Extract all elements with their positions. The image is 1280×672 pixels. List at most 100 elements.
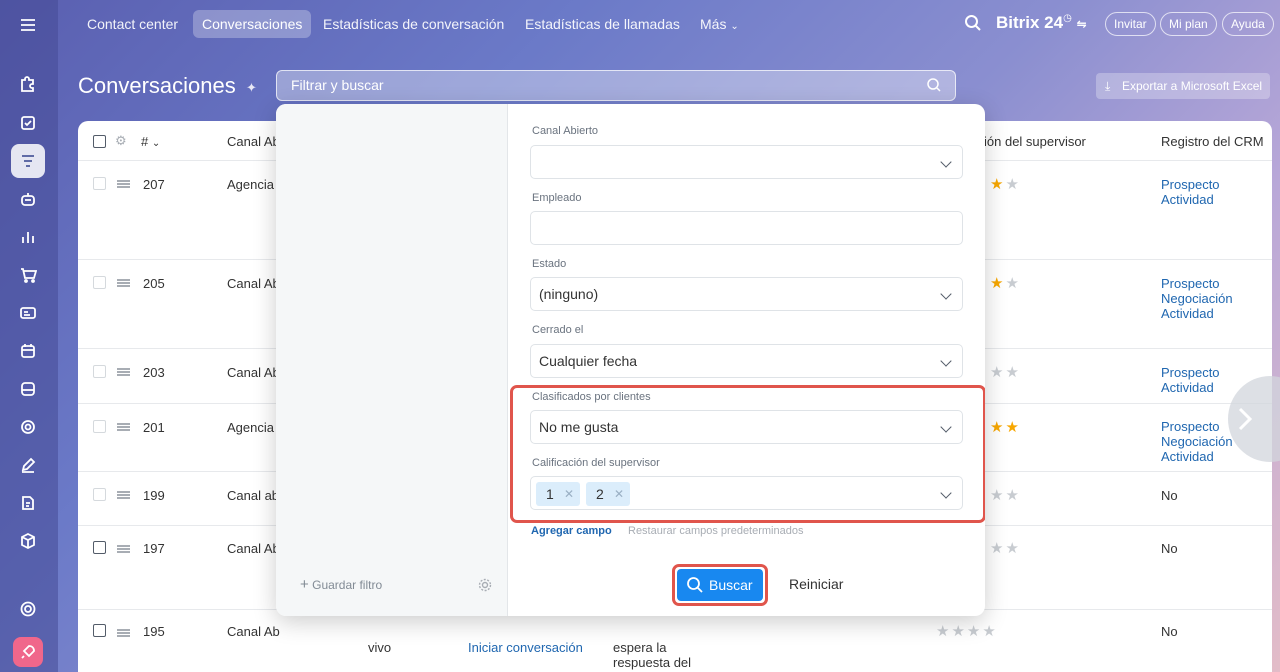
row-channel: Canal Ab: [227, 365, 280, 380]
brand-logo: Bitrix 24◷ ⇋: [996, 13, 1087, 32]
header-supervisor[interactable]: ión del supervisor: [984, 134, 1086, 149]
header-channel[interactable]: Canal Ab: [227, 134, 280, 149]
field-label: Estado: [532, 258, 567, 270]
reset-button[interactable]: Reiniciar: [789, 576, 843, 592]
supervisor-rating-stars: ★★: [990, 487, 1021, 504]
filter-popup: + Guardar filtro Canal Abierto Empleado …: [276, 104, 985, 616]
chart-icon[interactable]: [11, 220, 45, 254]
filter-search-input[interactable]: Filtrar y buscar: [276, 70, 956, 101]
rocket-icon[interactable]: [13, 637, 43, 667]
field-value: No me gusta: [539, 419, 619, 435]
drag-handle-icon[interactable]: [117, 491, 130, 499]
settings-gear-icon[interactable]: [11, 592, 45, 626]
filter-search-icon[interactable]: [926, 77, 942, 96]
tab-estadisticas-conversacion[interactable]: Estadísticas de conversación: [314, 10, 513, 38]
crm-link[interactable]: Negociación: [1161, 434, 1233, 449]
remove-tag-icon[interactable]: ✕: [564, 482, 574, 506]
tag-label: 1: [546, 486, 554, 502]
crm-link[interactable]: Negociación: [1161, 291, 1233, 306]
drag-handle-icon[interactable]: [117, 629, 130, 637]
supervisor-rating-stars: ★★: [990, 176, 1021, 193]
row-id: 195: [143, 624, 165, 639]
crm-link[interactable]: Prospecto: [1161, 365, 1220, 380]
closed-date-select[interactable]: Cualquier fecha: [530, 344, 963, 378]
save-filter-label: Guardar filtro: [312, 578, 383, 592]
menu-icon[interactable]: [11, 8, 45, 42]
status-select[interactable]: (ninguno): [530, 277, 963, 311]
contact-card-icon[interactable]: [11, 296, 45, 330]
start-conversation-link[interactable]: Iniciar conversación: [468, 640, 583, 655]
row-checkbox[interactable]: [93, 488, 106, 501]
add-field-link[interactable]: Agregar campo: [531, 525, 612, 537]
drag-handle-icon[interactable]: [117, 368, 130, 376]
table-row[interactable]: 195 Canal Ab vivo Iniciar conversación e…: [78, 610, 1272, 672]
crm-link[interactable]: Actividad: [1161, 380, 1214, 395]
row-checkbox[interactable]: [93, 365, 106, 378]
rating-tag[interactable]: 2 ✕: [586, 482, 630, 506]
crm-link[interactable]: Prospecto: [1161, 419, 1220, 434]
search-highlight-frame: Buscar: [672, 564, 768, 606]
drag-handle-icon[interactable]: [117, 423, 130, 431]
row-checkbox[interactable]: [93, 276, 106, 289]
robot-icon[interactable]: [11, 182, 45, 216]
customer-rating-select[interactable]: No me gusta: [530, 410, 963, 444]
row-checkbox[interactable]: [93, 177, 106, 190]
search-icon[interactable]: [964, 14, 982, 35]
export-label: Exportar a Microsoft Excel: [1122, 79, 1263, 93]
drag-handle-icon[interactable]: [117, 545, 130, 553]
tab-conversaciones[interactable]: Conversaciones: [193, 10, 312, 38]
plus-icon: +: [300, 576, 309, 593]
pin-icon[interactable]: ✦: [246, 80, 257, 96]
crm-link[interactable]: Actividad: [1161, 306, 1214, 321]
my-plan-button[interactable]: Mi plan: [1160, 12, 1217, 36]
crm-link[interactable]: Prospecto: [1161, 177, 1220, 192]
switch-icon[interactable]: ⇋: [1077, 17, 1087, 31]
remove-tag-icon[interactable]: ✕: [614, 482, 624, 506]
channel-select[interactable]: [530, 145, 963, 179]
tag-label: 2: [596, 486, 604, 502]
calendar-icon[interactable]: [11, 334, 45, 368]
chevron-down-icon: [940, 288, 952, 300]
header-num[interactable]: # ⌄: [141, 134, 160, 149]
tab-estadisticas-llamadas[interactable]: Estadísticas de llamadas: [516, 10, 689, 38]
target-icon[interactable]: [11, 410, 45, 444]
pen-icon[interactable]: [11, 448, 45, 482]
save-filter-button[interactable]: + Guardar filtro: [300, 576, 382, 593]
drive-icon[interactable]: [11, 372, 45, 406]
header-crm[interactable]: Registro del CRM: [1161, 134, 1264, 149]
select-all-checkbox[interactable]: [93, 135, 106, 148]
row-channel: Canal Ab: [227, 276, 280, 291]
supervisor-rating-stars: ★★: [990, 540, 1021, 557]
cart-icon[interactable]: [11, 258, 45, 292]
export-excel-button[interactable]: ⤓ Exportar a Microsoft Excel: [1096, 73, 1271, 99]
tab-mas-label: Más: [700, 16, 727, 32]
tab-contact-center[interactable]: Contact center: [78, 10, 187, 38]
filter-settings-icon[interactable]: [478, 578, 492, 595]
search-button[interactable]: Buscar: [677, 569, 763, 601]
invite-button[interactable]: Invitar: [1105, 12, 1156, 36]
filter-funnel-icon[interactable]: [11, 144, 45, 178]
crm-link[interactable]: Actividad: [1161, 449, 1214, 464]
row-checkbox[interactable]: [93, 541, 106, 554]
puzzle-icon[interactable]: [11, 68, 45, 102]
box-icon[interactable]: [11, 524, 45, 558]
task-icon[interactable]: [11, 106, 45, 140]
help-button[interactable]: Ayuda: [1222, 12, 1274, 36]
supervisor-rating-select[interactable]: 1 ✕ 2 ✕: [530, 476, 963, 510]
drag-handle-icon[interactable]: [117, 180, 130, 188]
tab-mas[interactable]: Más ⌄: [691, 10, 748, 38]
document-edit-icon[interactable]: [11, 486, 45, 520]
employee-input[interactable]: [530, 211, 963, 245]
crm-link[interactable]: Prospecto: [1161, 276, 1220, 291]
row-checkbox[interactable]: [93, 624, 106, 637]
restore-fields-link[interactable]: Restaurar campos predeterminados: [628, 525, 803, 537]
drag-handle-icon[interactable]: [117, 279, 130, 287]
rating-tag[interactable]: 1 ✕: [536, 482, 580, 506]
grid-settings-icon[interactable]: ⚙: [115, 133, 127, 149]
supervisor-rating-stars: ★★: [990, 419, 1021, 436]
chevron-down-icon: [940, 487, 952, 499]
row-checkbox[interactable]: [93, 420, 106, 433]
crm-link[interactable]: Actividad: [1161, 192, 1214, 207]
field-label: Calificación del supervisor: [532, 457, 660, 469]
chevron-down-icon: [940, 421, 952, 433]
